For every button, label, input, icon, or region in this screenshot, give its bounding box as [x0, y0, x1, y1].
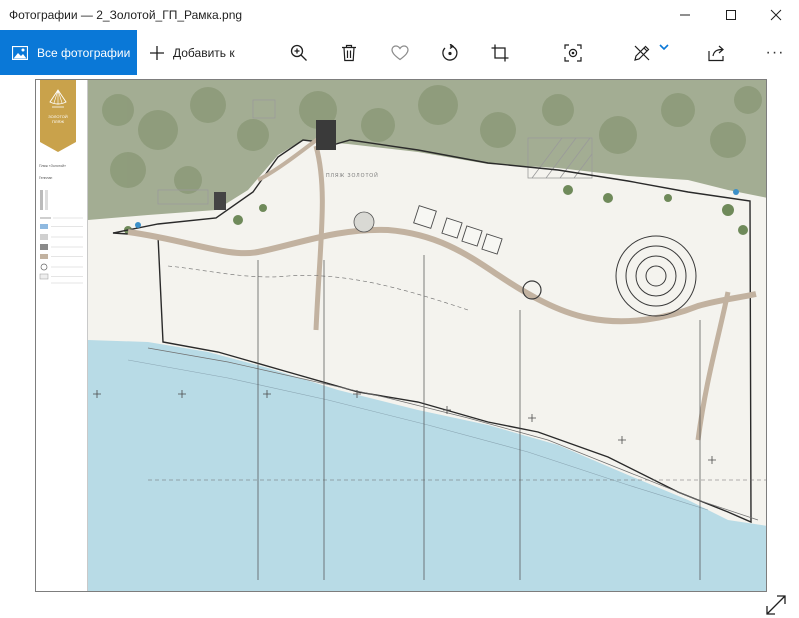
- zoom-in-icon: [290, 44, 307, 61]
- rotate-button[interactable]: [430, 30, 470, 75]
- favorite-button[interactable]: [380, 30, 420, 75]
- legend-subtitle: Генплан: [39, 176, 53, 180]
- maximize-icon: [726, 10, 736, 20]
- enhance-button[interactable]: [553, 30, 593, 75]
- displayed-image: Золотой пляж Пляж «Золотой» Генплан: [35, 79, 767, 592]
- edit-draw-icon: [634, 45, 650, 61]
- minimize-button[interactable]: [662, 0, 708, 30]
- more-button[interactable]: ···: [760, 30, 790, 75]
- image-viewer[interactable]: Золотой пляж Пляж «Золотой» Генплан: [0, 75, 799, 618]
- favorite-icon: [391, 44, 409, 60]
- close-icon: [770, 9, 782, 21]
- maximize-button[interactable]: [708, 0, 754, 30]
- zoom-button[interactable]: [279, 30, 319, 75]
- plan-label-beach: ПЛЯЖ ЗОЛОТОЙ: [326, 171, 379, 179]
- delete-icon: [342, 44, 356, 61]
- badge-title: Золотой пляж: [48, 114, 68, 124]
- minimize-icon: [680, 14, 690, 16]
- rotate-icon: [442, 43, 458, 61]
- share-button[interactable]: [697, 30, 737, 75]
- crop-button[interactable]: [480, 30, 520, 75]
- title-bar: Фотографии — 2_Золотой_ГП_Рамка.png: [0, 0, 799, 30]
- photo-icon: [12, 45, 28, 60]
- master-plan-drawing: ПЛЯЖ ЗОЛОТОЙ: [88, 80, 766, 591]
- chevron-down-icon[interactable]: [659, 43, 669, 51]
- delete-button[interactable]: [329, 30, 369, 75]
- more-icon: ···: [765, 43, 785, 61]
- legend-symbols: [39, 190, 83, 284]
- add-to-label: Добавить к: [173, 45, 235, 60]
- fullscreen-expand-icon[interactable]: [765, 594, 787, 616]
- plus-icon: [150, 45, 164, 60]
- all-photos-label: Все фотографии: [37, 45, 131, 60]
- window-title: Фотографии — 2_Золотой_ГП_Рамка.png: [9, 8, 243, 22]
- crop-icon: [491, 44, 509, 61]
- share-icon: [708, 45, 724, 61]
- close-button[interactable]: [753, 0, 799, 30]
- toolbar: Все фотографии Добавить к ···: [0, 30, 799, 75]
- edit-create-button[interactable]: [622, 30, 662, 75]
- all-photos-button[interactable]: Все фотографии: [0, 30, 137, 75]
- plan-legend-column: Золотой пляж Пляж «Золотой» Генплан: [36, 80, 88, 591]
- enhance-icon: [564, 43, 582, 62]
- shell-logo-icon: [49, 89, 67, 108]
- legend-title: Пляж «Золотой»: [39, 164, 67, 168]
- add-to-button[interactable]: Добавить к: [145, 30, 235, 75]
